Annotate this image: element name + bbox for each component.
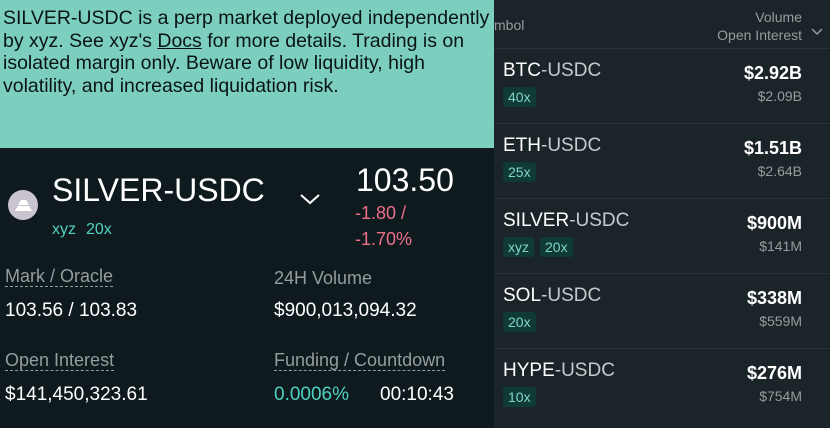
list-item[interactable]: SOL-USDC 20x $338M $559M xyxy=(494,273,830,349)
volume-value: $338M xyxy=(746,288,802,308)
list-item[interactable]: ETH-USDC 25x $1.51B $2.64B xyxy=(494,123,830,199)
quote-asset: -USDC xyxy=(541,135,602,156)
quote-asset: -USDC xyxy=(541,285,602,306)
base-asset: BTC xyxy=(503,60,541,81)
quote-asset: -USDC xyxy=(554,360,615,381)
last-price: 103.50 xyxy=(356,162,454,198)
volume-header-label: Volume xyxy=(755,9,802,25)
oi-header-label: Open Interest xyxy=(717,27,802,43)
tag-group: 25x xyxy=(503,162,536,182)
volume-value: $2.92B xyxy=(743,63,802,83)
symbol-label: SILVER-USDC xyxy=(503,210,629,232)
leverage-label: 20x xyxy=(86,221,112,238)
open-interest-label[interactable]: Open Interest xyxy=(5,350,115,371)
base-asset: HYPE xyxy=(503,360,555,381)
symbol-label: ETH-USDC xyxy=(503,135,601,157)
quote-asset: -USDC xyxy=(569,210,630,231)
price-change-abs: -1.80 / xyxy=(355,203,407,223)
market-info-tooltip: SILVER-USDC is a perp market deployed in… xyxy=(0,0,494,148)
tag-group: 40x xyxy=(503,87,536,107)
list-item[interactable]: BTC-USDC 40x $2.92B $2.09B xyxy=(494,48,830,124)
funding-value: 0.0006% xyxy=(274,384,350,405)
open-interest-value: $754M xyxy=(759,388,802,404)
market-subinfo: xyz 20x xyxy=(52,221,122,239)
volume-value: $900M xyxy=(746,213,802,233)
quote-asset: -USDC xyxy=(541,60,602,81)
open-interest-value: $559M xyxy=(759,313,802,329)
base-asset: ETH xyxy=(503,135,541,156)
tag-badge: 20x xyxy=(540,237,573,257)
volume-column-header[interactable]: Volume Open Interest xyxy=(717,8,802,44)
list-item[interactable]: SILVER-USDC xyz 20x $900M $141M xyxy=(494,198,830,274)
market-name[interactable]: SILVER-USDC xyxy=(52,172,265,209)
volume-value: $276M xyxy=(746,363,802,383)
tag-group: 10x xyxy=(503,387,536,407)
symbol-label: HYPE-USDC xyxy=(503,360,615,382)
tag-group: 20x xyxy=(503,312,536,332)
open-interest-value: $141,450,323.61 xyxy=(5,384,148,405)
symbol-label: BTC-USDC xyxy=(503,60,601,82)
volume-value: $900,013,094.32 xyxy=(274,300,417,321)
deployer-label: xyz xyxy=(52,221,76,238)
silver-bars-icon xyxy=(8,190,38,220)
tag-badge: xyz xyxy=(503,237,534,257)
open-interest-value: $2.64B xyxy=(757,163,802,179)
symbol-column-header[interactable]: mbol xyxy=(494,17,524,33)
docs-link[interactable]: Docs xyxy=(157,30,201,52)
funding-countdown-label[interactable]: Funding / Countdown xyxy=(274,350,446,371)
open-interest-value: $2.09B xyxy=(757,88,802,104)
tag-badge: 20x xyxy=(503,312,536,332)
open-interest-value: $141M xyxy=(759,238,802,254)
countdown-value: 00:10:43 xyxy=(380,384,454,405)
base-asset: SOL xyxy=(503,285,542,306)
tag-badge: 25x xyxy=(503,162,536,182)
list-item[interactable]: HYPE-USDC 10x $276M $754M xyxy=(494,348,830,424)
tag-group: xyz 20x xyxy=(503,237,573,257)
volume-label: 24H Volume xyxy=(274,268,373,288)
market-detail-panel: SILVER-USDC is a perp market deployed in… xyxy=(0,0,494,428)
symbol-label: SOL-USDC xyxy=(503,285,601,307)
tag-badge: 40x xyxy=(503,87,536,107)
market-list-panel: mbol Volume Open Interest BTC-USDC 40x $2.… xyxy=(494,0,830,428)
volume-value: $1.51B xyxy=(743,138,802,158)
base-asset: SILVER xyxy=(503,210,570,231)
mark-oracle-value: 103.56 / 103.83 xyxy=(5,300,138,321)
mark-oracle-label[interactable]: Mark / Oracle xyxy=(5,266,114,287)
price-change-pct: -1.70% xyxy=(355,229,413,249)
chevron-down-icon[interactable] xyxy=(298,192,322,211)
chevron-down-icon[interactable] xyxy=(810,24,824,42)
tag-badge: 10x xyxy=(503,387,536,407)
